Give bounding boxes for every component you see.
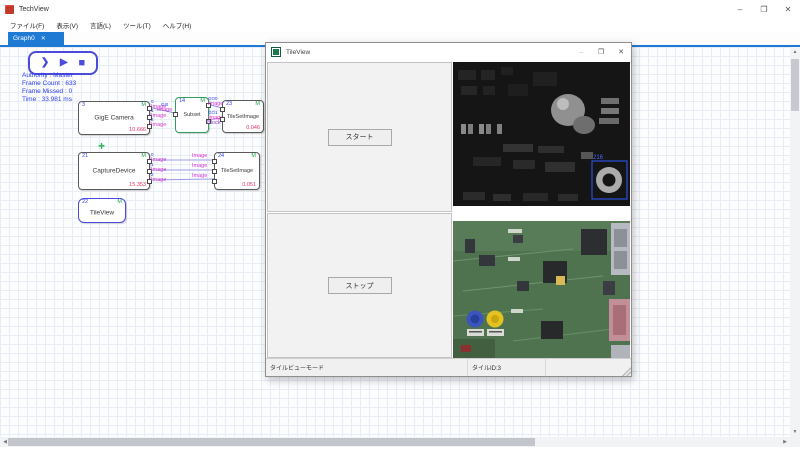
- menu-view[interactable]: 表示(V): [50, 20, 84, 30]
- title-bar: TechView – ❐ ✕: [0, 0, 800, 18]
- node-id: 22: [82, 199, 89, 205]
- maximize-button[interactable]: ❐: [752, 0, 776, 18]
- tileview-status-bar: タイルビューモード タイルID:3: [266, 358, 631, 376]
- port-in-0[interactable]: [212, 159, 217, 164]
- close-button[interactable]: ✕: [776, 0, 800, 18]
- node-subset[interactable]: 14 M Subset: [173, 97, 211, 133]
- vertical-scroll-thumb[interactable]: [791, 59, 799, 111]
- tileview-window-icon: [271, 47, 281, 57]
- grayscale-pcb-image: 216: [453, 62, 630, 206]
- tileview-maximize-button[interactable]: ❐: [591, 43, 611, 61]
- status-mode: タイルビューモード: [266, 359, 468, 376]
- stat-authority: Authority : Master: [22, 72, 73, 79]
- node-id: 24: [218, 153, 225, 159]
- status-tile-id: タイルID:3: [468, 359, 546, 376]
- tab-graph0[interactable]: Graph0 ✕: [8, 32, 64, 45]
- node-badge: M: [117, 199, 122, 205]
- node-badge: M: [141, 153, 146, 159]
- tileview-window[interactable]: TileView – ❐ ✕ スタート ストップ 216 タイルビューモード タ…: [265, 42, 632, 377]
- port-type-label: Image: [192, 173, 208, 179]
- node-tileview[interactable]: 22 M TileView: [78, 198, 126, 223]
- start-panel: スタート: [267, 62, 452, 212]
- stat-frame-missed: Frame Missed : 0: [22, 88, 73, 95]
- node-tilesetimage-1[interactable]: 23 M TileSetImage 0.046: [220, 100, 264, 133]
- node-badge: M: [251, 153, 256, 159]
- scroll-up-icon[interactable]: ▲: [790, 47, 800, 57]
- menu-help[interactable]: ヘルプ(H): [157, 20, 198, 30]
- port-type-label: Image: [192, 163, 208, 169]
- tileview-minimize-button[interactable]: –: [571, 43, 591, 61]
- node-label: TileSetImage: [226, 113, 260, 120]
- node-badge: M: [141, 102, 146, 108]
- scroll-right-icon[interactable]: ▶: [780, 437, 790, 447]
- blob-annotation-id: 216: [593, 155, 604, 161]
- node-id: 21: [82, 153, 89, 159]
- stop-button[interactable]: ストップ: [327, 277, 392, 294]
- horizontal-scroll-thumb[interactable]: [8, 438, 535, 446]
- stop-panel: ストップ: [267, 213, 452, 358]
- port-in-0[interactable]: [173, 112, 178, 117]
- node-badge: M: [255, 101, 260, 107]
- tab-close-icon[interactable]: ✕: [41, 35, 46, 42]
- port-type-label: Image: [151, 177, 167, 183]
- tileview-window-title: TileView: [286, 48, 311, 56]
- port-type-label: Block: [207, 120, 221, 126]
- add-node-icon[interactable]: +: [98, 140, 105, 152]
- start-button[interactable]: スタート: [327, 128, 392, 146]
- graph-stats: Authority : Master Frame Count : 633 Fra…: [22, 72, 76, 104]
- menu-file[interactable]: ファイル(F): [4, 20, 50, 30]
- node-label: GigE Camera: [94, 114, 134, 122]
- node-badge: M: [200, 98, 205, 104]
- vertical-scrollbar[interactable]: ▲ ▼: [790, 47, 800, 437]
- app-title: TechView: [19, 5, 49, 13]
- node-tilesetimage-2[interactable]: 24 M TileSetImage 0.051: [212, 152, 260, 190]
- port-in-1[interactable]: [212, 169, 217, 174]
- tab-label: Graph0: [13, 35, 35, 42]
- menu-tools[interactable]: ツール(T): [117, 20, 157, 30]
- stat-frame-count: Frame Count : 633: [22, 80, 77, 87]
- node-time: 0.051: [242, 181, 256, 188]
- step-icon[interactable]: ❯: [41, 58, 49, 68]
- play-icon[interactable]: ▶: [60, 58, 68, 68]
- tileview-body: スタート ストップ 216: [266, 61, 631, 359]
- node-id: 23: [226, 101, 233, 107]
- menu-language[interactable]: 言語(L): [84, 20, 117, 30]
- scroll-down-icon[interactable]: ▼: [790, 427, 800, 437]
- tile-image-bottom[interactable]: [452, 221, 630, 358]
- minimize-button[interactable]: –: [728, 0, 752, 18]
- tileview-close-button[interactable]: ✕: [611, 43, 631, 61]
- port-type-label: Image: [151, 122, 167, 128]
- node-time: 10.666: [129, 126, 146, 133]
- port-in-0[interactable]: [220, 107, 225, 112]
- node-label: TileView: [89, 209, 115, 217]
- stop-icon[interactable]: ■: [79, 58, 86, 69]
- menu-bar: ファイル(F) 表示(V) 言語(L) ツール(T) ヘルプ(H): [0, 18, 800, 33]
- node-capturedevice[interactable]: 21 M CaptureDevice 15.353: [78, 152, 152, 190]
- port-in-2[interactable]: [212, 179, 217, 184]
- stat-time: Time : 33.981 ms: [22, 96, 72, 103]
- node-gige-camera[interactable]: 3 M GigE Camera 10.666: [78, 101, 152, 135]
- scrollbar-corner: [790, 437, 800, 447]
- color-pcb-image: [452, 221, 630, 358]
- app-icon: [5, 4, 14, 14]
- node-label: TileSetImage: [220, 168, 254, 174]
- port-in-1[interactable]: [220, 117, 225, 122]
- tileview-title-bar[interactable]: TileView – ❐ ✕: [266, 43, 631, 62]
- node-id: 14: [179, 98, 186, 104]
- port-type-label: Image: [192, 153, 208, 159]
- port-type-label: Image: [157, 107, 173, 113]
- resize-grip[interactable]: [621, 366, 631, 376]
- node-time: 15.353: [129, 181, 146, 188]
- tile-image-top[interactable]: 216: [453, 62, 630, 206]
- node-label: Subset: [183, 112, 201, 118]
- horizontal-scrollbar[interactable]: ◀ ▶: [0, 437, 790, 447]
- node-id: 3: [82, 102, 86, 108]
- node-time: 0.046: [246, 124, 260, 131]
- node-label: CaptureDevice: [92, 167, 136, 175]
